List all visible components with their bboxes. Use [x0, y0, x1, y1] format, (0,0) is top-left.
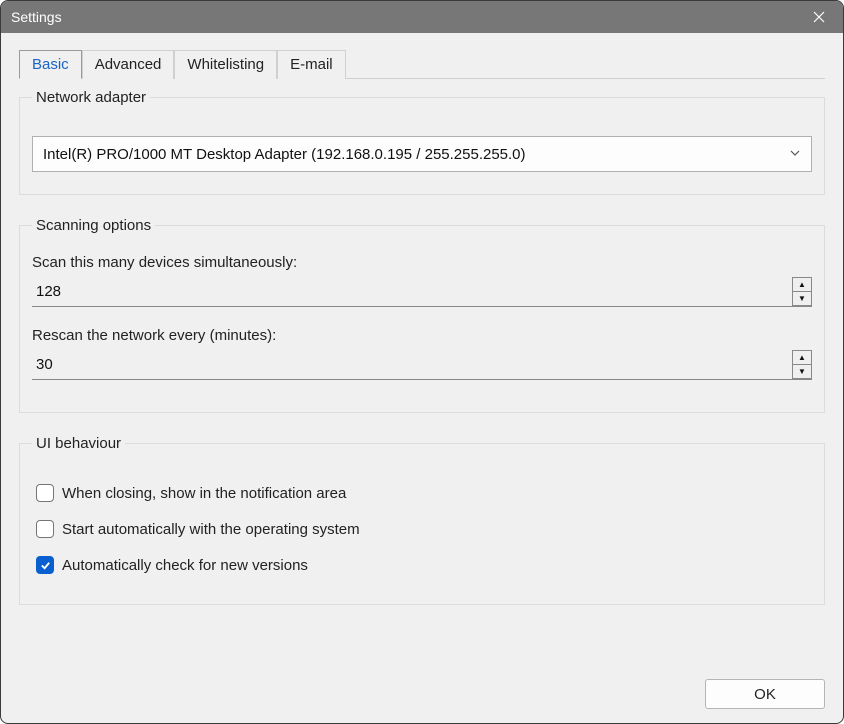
- checkbox-auto-update-label: Automatically check for new versions: [62, 557, 308, 574]
- close-icon[interactable]: [797, 2, 841, 32]
- simultaneous-scan-up[interactable]: ▲: [792, 277, 812, 291]
- tab-email[interactable]: E-mail: [277, 50, 346, 79]
- rescan-interval-down[interactable]: ▼: [792, 364, 812, 379]
- group-ui-behaviour-legend: UI behaviour: [32, 435, 125, 452]
- checkbox-autostart-label: Start automatically with the operating s…: [62, 521, 360, 538]
- content-area: Basic Advanced Whitelisting E-mail Netwo…: [1, 33, 843, 723]
- rescan-interval-stepper: ▲ ▼: [792, 350, 812, 379]
- settings-window: Settings Basic Advanced Whitelisting E-m…: [0, 0, 844, 724]
- rescan-interval-up[interactable]: ▲: [792, 350, 812, 364]
- checkbox-close-to-tray-label: When closing, show in the notification a…: [62, 485, 346, 502]
- checkbox-autostart-row[interactable]: Start automatically with the operating s…: [36, 520, 808, 538]
- group-scanning-options: Scanning options Scan this many devices …: [19, 217, 825, 413]
- chevron-down-icon: [789, 146, 801, 163]
- network-adapter-select[interactable]: Intel(R) PRO/1000 MT Desktop Adapter (19…: [32, 136, 812, 172]
- tab-whitelisting[interactable]: Whitelisting: [174, 50, 277, 79]
- dialog-buttons: OK: [19, 669, 825, 709]
- tab-advanced[interactable]: Advanced: [82, 50, 175, 79]
- tabstrip: Basic Advanced Whitelisting E-mail: [19, 49, 825, 78]
- checkbox-close-to-tray-row[interactable]: When closing, show in the notification a…: [36, 484, 808, 502]
- rescan-interval-spinner: ▲ ▼: [32, 350, 812, 380]
- rescan-interval-input[interactable]: [32, 350, 792, 379]
- tab-panel-basic: Network adapter Intel(R) PRO/1000 MT Des…: [19, 78, 825, 669]
- group-scanning-options-legend: Scanning options: [32, 217, 155, 234]
- checkbox-auto-update[interactable]: [36, 556, 54, 574]
- ok-button[interactable]: OK: [705, 679, 825, 709]
- simultaneous-scan-stepper: ▲ ▼: [792, 277, 812, 306]
- checkbox-close-to-tray[interactable]: [36, 484, 54, 502]
- simultaneous-scan-input[interactable]: [32, 277, 792, 306]
- tab-basic[interactable]: Basic: [19, 50, 82, 79]
- group-ui-behaviour: UI behaviour When closing, show in the n…: [19, 435, 825, 605]
- simultaneous-scan-down[interactable]: ▼: [792, 291, 812, 306]
- checkbox-auto-update-row[interactable]: Automatically check for new versions: [36, 556, 808, 574]
- network-adapter-value: Intel(R) PRO/1000 MT Desktop Adapter (19…: [43, 146, 789, 163]
- rescan-interval-label: Rescan the network every (minutes):: [32, 327, 812, 344]
- simultaneous-scan-label: Scan this many devices simultaneously:: [32, 254, 812, 271]
- checkbox-autostart[interactable]: [36, 520, 54, 538]
- group-network-adapter-legend: Network adapter: [32, 89, 150, 106]
- group-network-adapter: Network adapter Intel(R) PRO/1000 MT Des…: [19, 89, 825, 195]
- simultaneous-scan-spinner: ▲ ▼: [32, 277, 812, 307]
- titlebar: Settings: [1, 1, 843, 33]
- window-title: Settings: [11, 9, 797, 25]
